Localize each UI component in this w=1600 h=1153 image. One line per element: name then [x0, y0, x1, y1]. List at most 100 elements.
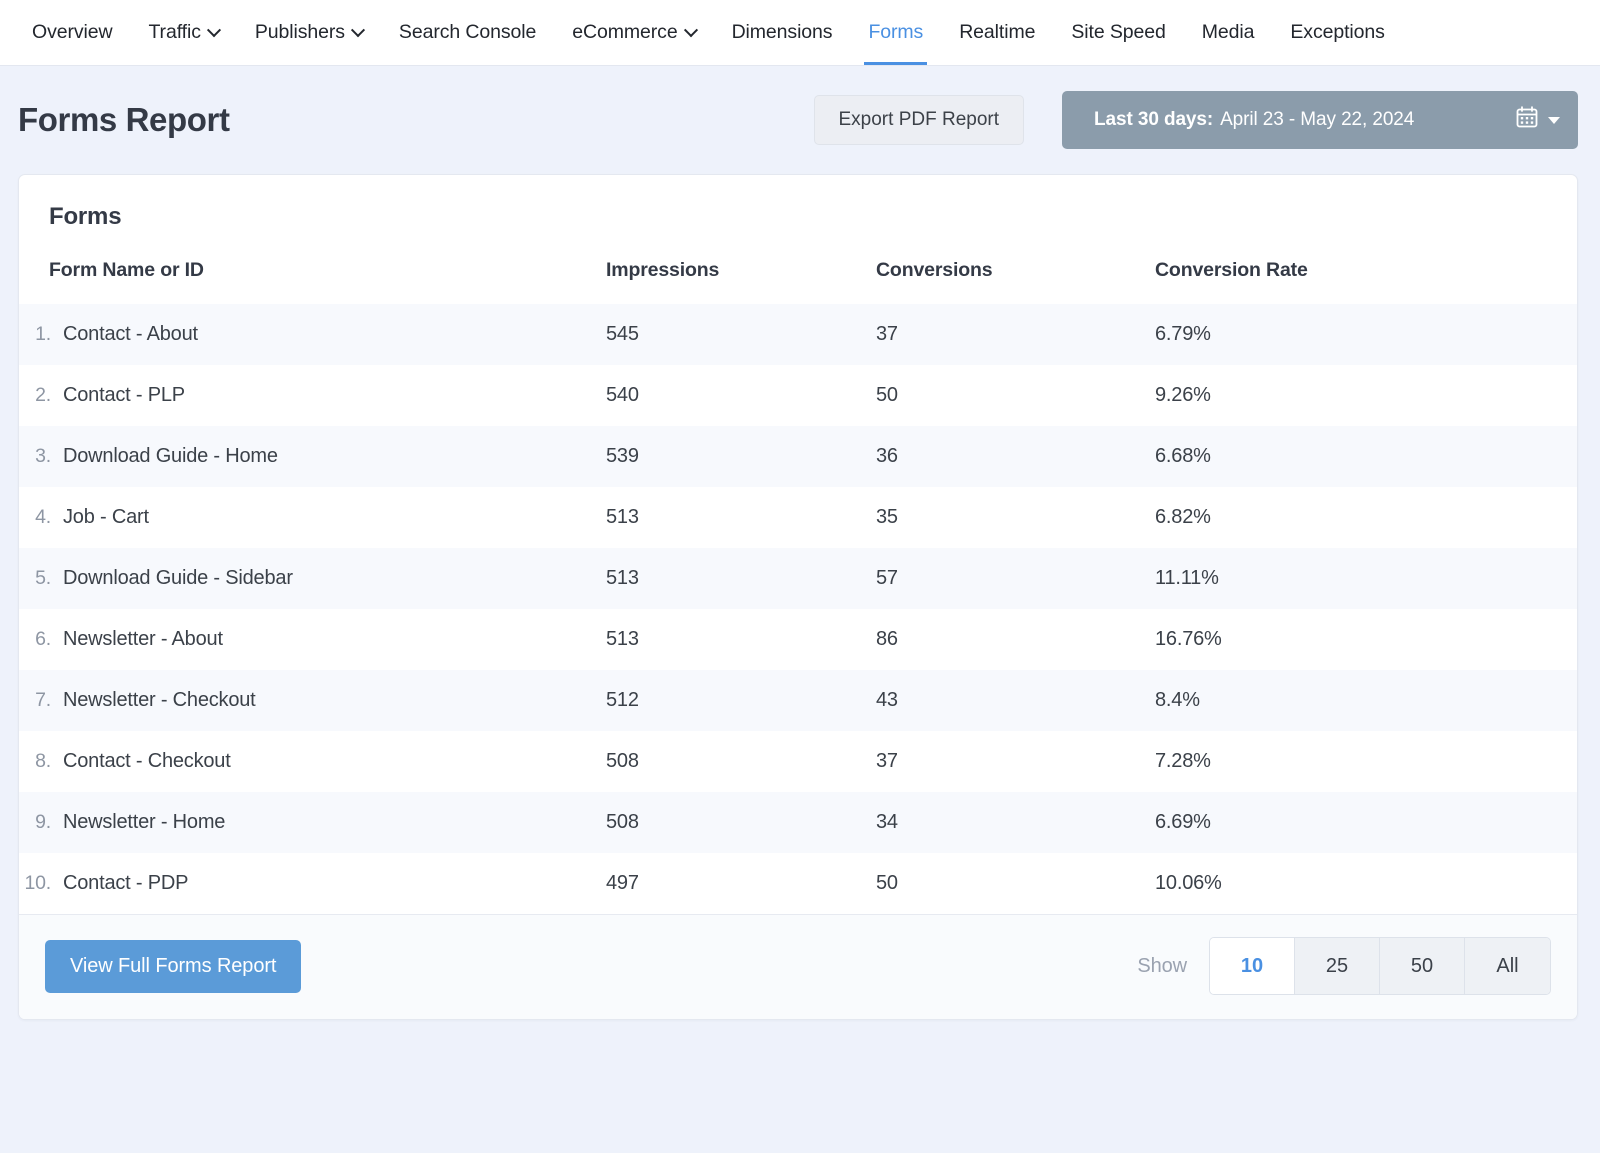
row-rank: 6. — [35, 628, 51, 650]
chevron-down-icon — [206, 22, 221, 37]
row-rank: 10. — [24, 872, 51, 894]
table-row[interactable]: 3. Download Guide - Home 539 36 6.68% — [19, 426, 1577, 487]
row-form-name: Contact - PDP — [63, 872, 189, 894]
row-impressions: 540 — [606, 384, 639, 406]
row-conversions: 36 — [876, 445, 898, 467]
column-header-conversions: Conversions — [876, 259, 993, 281]
row-conversion-rate: 7.28% — [1155, 750, 1211, 772]
card-title: Forms — [49, 203, 122, 230]
chevron-down-icon — [1548, 116, 1560, 124]
table-body: 1. Contact - About 545 37 6.79% 2. Conta… — [19, 304, 1577, 914]
row-rank: 1. — [35, 323, 51, 345]
chevron-down-icon — [350, 22, 365, 37]
row-rank: 7. — [35, 689, 51, 711]
nav-item-label: Media — [1201, 21, 1255, 43]
row-impressions: 513 — [606, 567, 639, 589]
chevron-down-icon — [683, 22, 698, 37]
table-row[interactable]: 5. Download Guide - Sidebar 513 57 11.11… — [19, 548, 1577, 609]
nav-item-label: Forms — [868, 21, 924, 43]
row-form-name: Newsletter - Home — [63, 811, 226, 833]
row-form-name: Contact - Checkout — [63, 750, 231, 772]
card-footer: View Full Forms Report Show 10 25 50 All — [19, 914, 1577, 1019]
row-conversions: 37 — [876, 750, 898, 772]
view-full-forms-report-button[interactable]: View Full Forms Report — [45, 939, 302, 993]
nav-item-forms[interactable]: Forms — [850, 0, 941, 65]
row-conversion-rate: 6.79% — [1155, 323, 1211, 345]
row-conversion-rate: 6.82% — [1155, 506, 1211, 528]
row-form-name: Contact - About — [63, 323, 198, 345]
page-size-selector: 10 25 50 All — [1209, 937, 1551, 995]
row-form-name: Download Guide - Home — [63, 445, 278, 467]
nav-item-label: Search Console — [398, 21, 537, 43]
row-impressions: 513 — [606, 506, 639, 528]
page-header: Forms Report Export PDF Report Last 30 d… — [0, 66, 1600, 174]
row-conversions: 86 — [876, 628, 898, 650]
nav-item-media[interactable]: Media — [1184, 0, 1273, 65]
table-row[interactable]: 10. Contact - PDP 497 50 10.06% — [19, 853, 1577, 914]
row-rank: 9. — [35, 811, 51, 833]
table-row[interactable]: 1. Contact - About 545 37 6.79% — [19, 304, 1577, 365]
date-range-prefix: Last 30 days: — [1094, 109, 1214, 130]
nav-item-label: eCommerce — [572, 21, 678, 43]
date-range-value: April 23 - May 22, 2024 — [1220, 109, 1415, 130]
nav-item-traffic[interactable]: Traffic — [130, 0, 236, 65]
table-row[interactable]: 9. Newsletter - Home 508 34 6.69% — [19, 792, 1577, 853]
page-size-50[interactable]: 50 — [1380, 938, 1465, 994]
nav-item-overview[interactable]: Overview — [14, 0, 130, 65]
row-conversion-rate: 10.06% — [1155, 872, 1222, 894]
row-conversions: 37 — [876, 323, 898, 345]
row-rank: 8. — [35, 750, 51, 772]
main-navigation: Overview Traffic Publishers Search Conso… — [0, 0, 1600, 66]
row-conversions: 50 — [876, 384, 898, 406]
nav-item-dimensions[interactable]: Dimensions — [714, 0, 851, 65]
row-conversions: 57 — [876, 567, 898, 589]
row-conversion-rate: 16.76% — [1155, 628, 1222, 650]
row-rank: 4. — [35, 506, 51, 528]
row-impressions: 508 — [606, 750, 639, 772]
nav-item-label: Publishers — [254, 21, 345, 43]
nav-item-exceptions[interactable]: Exceptions — [1272, 0, 1402, 65]
row-conversion-rate: 6.69% — [1155, 811, 1211, 833]
page-size-25[interactable]: 25 — [1295, 938, 1380, 994]
nav-item-search-console[interactable]: Search Console — [381, 0, 554, 65]
row-impressions: 512 — [606, 689, 639, 711]
column-header-impressions: Impressions — [606, 259, 720, 281]
row-form-name: Contact - PLP — [63, 384, 185, 406]
nav-item-publishers[interactable]: Publishers — [237, 0, 381, 65]
table-row[interactable]: 4. Job - Cart 513 35 6.82% — [19, 487, 1577, 548]
forms-table: Form Name or ID Impressions Conversions … — [19, 253, 1577, 914]
nav-item-ecommerce[interactable]: eCommerce — [554, 0, 713, 65]
row-form-name: Newsletter - Checkout — [63, 689, 256, 711]
nav-item-label: Realtime — [959, 21, 1036, 43]
nav-item-label: Traffic — [148, 21, 201, 43]
table-row[interactable]: 8. Contact - Checkout 508 37 7.28% — [19, 731, 1577, 792]
nav-item-site-speed[interactable]: Site Speed — [1053, 0, 1183, 65]
table-row[interactable]: 2. Contact - PLP 540 50 9.26% — [19, 365, 1577, 426]
row-conversions: 43 — [876, 689, 898, 711]
row-rank: 2. — [35, 384, 51, 406]
row-rank: 3. — [35, 445, 51, 467]
show-label: Show — [1137, 954, 1187, 977]
nav-item-label: Dimensions — [731, 21, 833, 43]
nav-item-label: Exceptions — [1290, 21, 1385, 43]
export-pdf-report-button[interactable]: Export PDF Report — [813, 95, 1024, 145]
table-row[interactable]: 6. Newsletter - About 513 86 16.76% — [19, 609, 1577, 670]
row-conversions: 34 — [876, 811, 898, 833]
row-form-name: Newsletter - About — [63, 628, 223, 650]
column-header-form-name: Form Name or ID — [49, 259, 204, 281]
row-conversions: 50 — [876, 872, 898, 894]
row-conversion-rate: 11.11% — [1155, 567, 1219, 589]
column-header-conversion-rate: Conversion Rate — [1155, 259, 1308, 281]
page-size-10[interactable]: 10 — [1210, 938, 1295, 994]
table-header: Form Name or ID Impressions Conversions … — [19, 253, 1577, 304]
table-row[interactable]: 7. Newsletter - Checkout 512 43 8.4% — [19, 670, 1577, 731]
row-impressions: 508 — [606, 811, 639, 833]
date-range-selector[interactable]: Last 30 days: April 23 - May 22, 2024 — [1062, 91, 1578, 149]
row-conversions: 35 — [876, 506, 898, 528]
forms-card: Forms Form Name or ID Impressions Conver… — [18, 174, 1578, 1020]
row-conversion-rate: 9.26% — [1155, 384, 1211, 406]
page-title: Forms Report — [18, 101, 230, 138]
nav-item-realtime[interactable]: Realtime — [941, 0, 1053, 65]
page-size-all[interactable]: All — [1465, 938, 1550, 994]
row-form-name: Download Guide - Sidebar — [63, 567, 293, 589]
